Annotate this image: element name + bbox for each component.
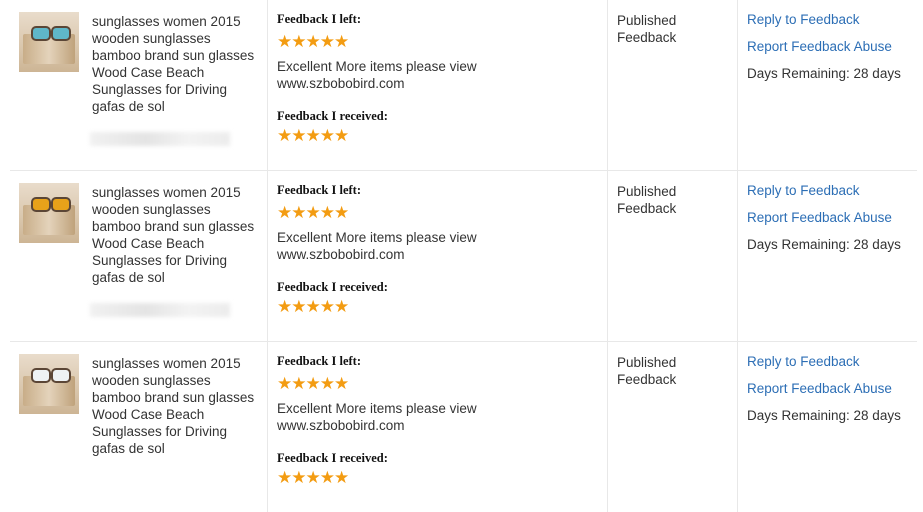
status-text: Published Feedback (617, 184, 677, 216)
status-text: Published Feedback (617, 355, 677, 387)
status-text: Published Feedback (617, 13, 677, 45)
blurred-order-info (90, 303, 230, 317)
product-thumbnail[interactable] (19, 12, 79, 72)
lens-right (51, 26, 71, 41)
table-row: sunglasses women 2015 wooden sunglasses … (10, 171, 917, 342)
feedback-left-text: Excellent More items please view www.szb… (277, 59, 477, 91)
feedback-left-label: Feedback I left: (277, 354, 362, 368)
product-thumbnail[interactable] (19, 183, 79, 243)
days-remaining: Days Remaining: 28 days (747, 237, 901, 252)
table-row: sunglasses women 2015 wooden sunglasses … (10, 342, 917, 512)
lens-left (31, 197, 51, 212)
actions-cell: Reply to Feedback Report Feedback Abuse … (738, 171, 917, 341)
blurred-order-info (90, 132, 230, 146)
status-cell: Published Feedback (608, 0, 738, 170)
reply-to-feedback-link[interactable]: Reply to Feedback (747, 183, 860, 198)
feedback-cell: Feedback I left: ★★★★★ Excellent More it… (268, 0, 608, 170)
feedback-received-stars: ★★★★★ (277, 297, 349, 316)
feedback-received-label: Feedback I received: (277, 109, 388, 123)
feedback-cell: Feedback I left: ★★★★★ Excellent More it… (268, 171, 608, 341)
reply-to-feedback-link[interactable]: Reply to Feedback (747, 12, 860, 27)
feedback-left-text: Excellent More items please view www.szb… (277, 230, 477, 262)
days-remaining: Days Remaining: 28 days (747, 408, 901, 423)
reply-to-feedback-link[interactable]: Reply to Feedback (747, 354, 860, 369)
feedback-received-label: Feedback I received: (277, 280, 388, 294)
feedback-left-stars: ★★★★★ (277, 203, 349, 222)
days-remaining: Days Remaining: 28 days (747, 66, 901, 81)
feedback-left-label: Feedback I left: (277, 12, 362, 26)
feedback-received-stars: ★★★★★ (277, 468, 349, 487)
report-feedback-abuse-link[interactable]: Report Feedback Abuse (747, 381, 892, 396)
item-title-link[interactable]: sunglasses women 2015 wooden sunglasses … (92, 13, 262, 115)
status-cell: Published Feedback (608, 342, 738, 512)
lens-left (31, 26, 51, 41)
report-feedback-abuse-link[interactable]: Report Feedback Abuse (747, 210, 892, 225)
actions-cell: Reply to Feedback Report Feedback Abuse … (738, 342, 917, 512)
feedback-received-stars: ★★★★★ (277, 126, 349, 145)
actions-cell: Reply to Feedback Report Feedback Abuse … (738, 0, 917, 170)
feedback-cell: Feedback I left: ★★★★★ Excellent More it… (268, 342, 608, 512)
item-title-link[interactable]: sunglasses women 2015 wooden sunglasses … (92, 184, 262, 286)
item-cell: sunglasses women 2015 wooden sunglasses … (10, 0, 268, 170)
feedback-left-text: Excellent More items please view www.szb… (277, 401, 477, 433)
feedback-left-label: Feedback I left: (277, 183, 362, 197)
item-cell: sunglasses women 2015 wooden sunglasses … (10, 342, 268, 512)
table-row: sunglasses women 2015 wooden sunglasses … (10, 0, 917, 171)
report-feedback-abuse-link[interactable]: Report Feedback Abuse (747, 39, 892, 54)
item-cell: sunglasses women 2015 wooden sunglasses … (10, 171, 268, 341)
lens-left (31, 368, 51, 383)
lens-right (51, 197, 71, 212)
feedback-left-stars: ★★★★★ (277, 374, 349, 393)
status-cell: Published Feedback (608, 171, 738, 341)
product-thumbnail[interactable] (19, 354, 79, 414)
lens-right (51, 368, 71, 383)
item-title-link[interactable]: sunglasses women 2015 wooden sunglasses … (92, 355, 262, 457)
feedback-received-label: Feedback I received: (277, 451, 388, 465)
feedback-table: sunglasses women 2015 wooden sunglasses … (10, 0, 917, 512)
feedback-left-stars: ★★★★★ (277, 32, 349, 51)
